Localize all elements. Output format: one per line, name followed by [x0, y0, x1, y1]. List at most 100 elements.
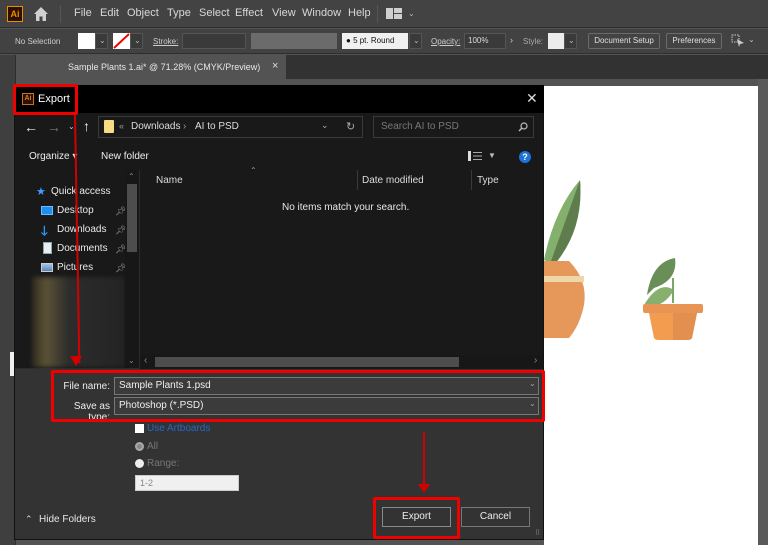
stroke-dropdown[interactable]: ⌄: [130, 33, 143, 49]
hide-folders-button[interactable]: Hide Folders: [39, 514, 96, 525]
fill-swatch[interactable]: [78, 33, 95, 49]
view-dropdown-icon[interactable]: ▼: [488, 151, 496, 160]
menu-select[interactable]: Select: [199, 7, 230, 19]
scroll-right-icon[interactable]: ›: [534, 355, 537, 366]
scroll-left-icon[interactable]: ‹: [144, 355, 147, 366]
menu-edit[interactable]: Edit: [100, 7, 119, 19]
dialog-titlebar: [14, 85, 544, 113]
resize-grip-icon[interactable]: ⠿: [535, 529, 540, 537]
use-artboards-checkbox[interactable]: [135, 424, 144, 433]
scroll-down-icon[interactable]: ⌄: [128, 356, 135, 365]
breadcrumb-downloads[interactable]: Downloads: [131, 121, 180, 132]
folder-icon: [104, 120, 114, 133]
forward-arrow-icon[interactable]: →: [47, 119, 61, 135]
search-icon[interactable]: [518, 122, 528, 132]
variable-width-profile[interactable]: [251, 33, 337, 49]
stroke-weight-field[interactable]: [182, 33, 246, 49]
stroke-label[interactable]: Stroke:: [153, 37, 178, 46]
breadcrumb-overflow[interactable]: «: [119, 121, 124, 131]
menu-object[interactable]: Object: [127, 7, 159, 19]
opacity-label[interactable]: Opacity:: [431, 37, 460, 46]
home-icon[interactable]: [33, 6, 49, 22]
help-icon[interactable]: ?: [519, 151, 531, 163]
menu-effect[interactable]: Effect: [235, 7, 263, 19]
menu-type[interactable]: Type: [167, 7, 191, 19]
small-pot-rim: [643, 304, 703, 313]
menu-window[interactable]: Window: [302, 7, 341, 19]
preferences-button[interactable]: Preferences: [666, 33, 722, 49]
document-tab[interactable]: Sample Plants 1.ai* @ 71.28% (CMYK/Previ…: [60, 55, 286, 79]
sort-indicator-icon: ⌃: [250, 166, 257, 175]
fill-dropdown[interactable]: ⌄: [95, 33, 108, 49]
chevron-down-icon[interactable]: ⌄: [408, 9, 415, 18]
downloads-icon: 🡓: [41, 223, 48, 238]
all-label: All: [147, 441, 159, 452]
column-divider[interactable]: [471, 170, 472, 190]
use-artboards-label[interactable]: Use Artboards: [147, 423, 210, 434]
range-label: Range:: [147, 458, 180, 469]
up-arrow-icon[interactable]: ↑: [83, 118, 90, 134]
close-tab-icon[interactable]: ×: [272, 60, 278, 72]
menu-view[interactable]: View: [272, 7, 296, 19]
annotation-box-export-title: [13, 84, 78, 115]
nav-pictures[interactable]: Pictures: [57, 262, 93, 273]
nav-downloads[interactable]: Downloads: [57, 224, 106, 235]
style-swatch[interactable]: [548, 33, 564, 49]
new-folder-button[interactable]: New folder: [101, 151, 149, 162]
address-dropdown-chevron[interactable]: ⌄: [321, 120, 329, 131]
style-dropdown[interactable]: ⌄: [564, 33, 577, 49]
workspace-layout-icon[interactable]: [386, 8, 402, 19]
document-tab-title: Sample Plants 1.ai* @ 71.28% (CMYK/Previ…: [68, 62, 261, 72]
annotation-arrow-head: [418, 484, 430, 493]
breadcrumb-current-folder[interactable]: AI to PSD: [195, 121, 239, 132]
chevron-down-icon[interactable]: ⌄: [748, 35, 755, 44]
arrange-documents-icon[interactable]: [731, 34, 745, 48]
nav-scroll-thumb[interactable]: [127, 184, 137, 252]
nav-quick-access[interactable]: Quick access: [51, 186, 110, 197]
chevron-right-icon[interactable]: ›: [510, 35, 513, 45]
menu-help[interactable]: Help: [348, 7, 371, 19]
refresh-icon[interactable]: ↻: [346, 120, 355, 133]
range-input[interactable]: 1-2: [135, 475, 239, 491]
column-divider[interactable]: [357, 170, 358, 190]
cancel-button[interactable]: Cancel: [461, 507, 530, 527]
column-header-name[interactable]: Name: [156, 175, 183, 186]
document-setup-button[interactable]: Document Setup: [588, 33, 660, 49]
illustrator-logo: Ai: [7, 6, 23, 22]
selection-status: No Selection: [15, 37, 61, 46]
view-options-icon[interactable]: [468, 151, 482, 161]
brush-dropdown[interactable]: ⌄: [409, 33, 422, 49]
all-radio[interactable]: [135, 442, 144, 451]
small-plant-stem: [672, 278, 674, 303]
menu-file[interactable]: File: [74, 7, 92, 19]
file-list: [140, 170, 543, 355]
stroke-none-swatch[interactable]: [113, 33, 130, 49]
scroll-up-icon[interactable]: ⌃: [128, 172, 135, 181]
column-header-type[interactable]: Type: [477, 175, 499, 186]
range-radio[interactable]: [135, 459, 144, 468]
annotation-box-export-button: [373, 497, 460, 539]
canvas-background: [758, 79, 768, 545]
nav-documents[interactable]: Documents: [57, 243, 108, 254]
horizontal-scroll-thumb[interactable]: [155, 357, 459, 367]
opacity-field[interactable]: 100%: [464, 33, 506, 49]
breadcrumb-separator: ›: [183, 121, 187, 132]
brush-value: 5 pt. Round: [353, 36, 395, 45]
brush-definition[interactable]: ● 5 pt. Round: [342, 33, 408, 49]
column-header-date-modified[interactable]: Date modified: [362, 175, 424, 186]
pot-band: [544, 276, 584, 282]
desktop-icon: [41, 206, 53, 215]
chevron-up-icon[interactable]: ⌃: [25, 514, 33, 525]
large-plant-pot: [544, 261, 585, 338]
back-arrow-icon[interactable]: ←: [24, 119, 38, 135]
search-placeholder: Search AI to PSD: [381, 121, 459, 132]
plants-artwork: [544, 180, 703, 340]
documents-icon: [43, 242, 52, 254]
style-label: Style:: [523, 37, 544, 46]
annotation-arrow-line: [423, 432, 425, 488]
close-dialog-button[interactable]: ✕: [526, 90, 538, 107]
empty-results-message: No items match your search.: [282, 202, 410, 213]
large-plant-leaf-shade: [550, 180, 581, 265]
annotation-arrow-head: [70, 356, 82, 366]
organize-menu[interactable]: Organize ▾: [29, 151, 77, 162]
